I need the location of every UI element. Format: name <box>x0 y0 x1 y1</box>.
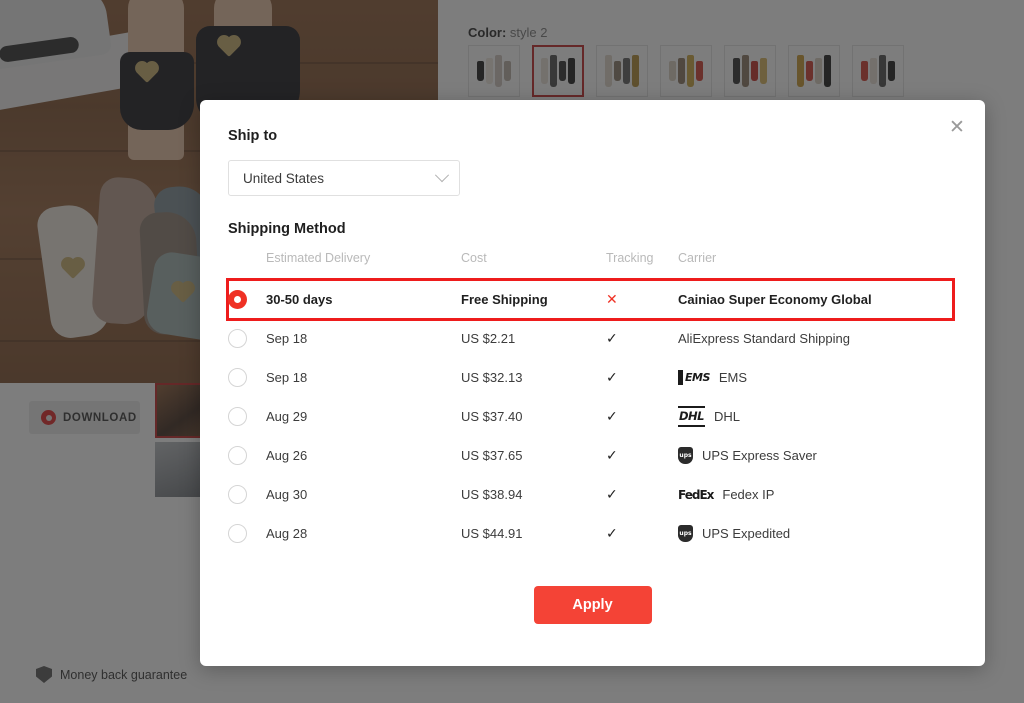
table-header-row: Estimated Delivery Cost Tracking Carrier <box>228 251 953 280</box>
carrier-content: DHL DHL <box>678 406 953 427</box>
shipping-table-header: Estimated Delivery Cost Tracking Carrier <box>228 251 953 280</box>
shipping-option-radio-cell[interactable] <box>228 319 266 358</box>
check-icon: ✓ <box>606 330 618 347</box>
table-row[interactable]: Aug 26 US $37.65 ✓ ups UPS Express Saver <box>228 436 953 475</box>
cell-tracking: ✓ <box>606 475 678 514</box>
cell-estimated-delivery: Aug 26 <box>266 448 308 463</box>
table-row[interactable]: Aug 29 US $37.40 ✓ DHL DHL <box>228 397 953 436</box>
cell-cost: US $37.65 <box>461 448 523 463</box>
cell-cost: Free Shipping <box>461 292 548 307</box>
cell-cost: US $44.91 <box>461 526 523 541</box>
apply-button[interactable]: Apply <box>533 586 652 624</box>
table-row[interactable]: Sep 18 US $32.13 ✓ EMS EMS <box>228 358 953 397</box>
shipping-table-body: 30-50 days Free Shipping ✕ Cainiao Super Ec… <box>226 277 955 554</box>
carrier-name: DHL <box>714 409 741 424</box>
cell-carrier: ups UPS Expedited <box>678 514 953 553</box>
chevron-down-icon <box>434 168 450 183</box>
carrier-content: FedEx Fedex IP <box>678 487 953 502</box>
column-header-carrier: Carrier <box>678 251 717 265</box>
cell-estimated-delivery: 30-50 days <box>266 292 333 307</box>
radio-button[interactable] <box>228 290 247 309</box>
radio-button[interactable] <box>228 446 247 465</box>
radio-button[interactable] <box>228 329 247 348</box>
shipping-dialog-body: Ship to United States Shipping Method Es… <box>200 100 985 553</box>
table-row[interactable]: 30-50 days Free Shipping ✕ Cainiao Super Ec… <box>226 277 955 321</box>
cell-cost: US $2.21 <box>461 331 516 346</box>
ship-to-title: Ship to <box>228 128 278 144</box>
cell-tracking: ✓ <box>606 397 678 436</box>
column-header-tracking: Tracking <box>606 251 654 265</box>
carrier-content: EMS EMS <box>678 370 953 385</box>
shipping-option-radio-cell[interactable] <box>228 397 266 436</box>
column-header-select <box>228 251 266 280</box>
close-icon[interactable]: ✕ <box>945 115 969 139</box>
shipping-option-radio-cell[interactable] <box>228 280 266 320</box>
radio-button[interactable] <box>228 407 247 426</box>
cell-tracking: ✓ <box>606 319 678 358</box>
cross-icon: ✕ <box>606 291 618 308</box>
cell-cost: US $38.94 <box>461 487 523 502</box>
cell-carrier: DHL DHL <box>678 397 953 436</box>
shipping-option-radio-cell[interactable] <box>228 475 266 514</box>
cell-carrier: EMS EMS <box>678 358 953 397</box>
shipping-option-radio-cell[interactable] <box>228 514 266 553</box>
radio-button[interactable] <box>228 485 247 504</box>
cell-tracking: ✓ <box>606 514 678 553</box>
country-select[interactable]: United States <box>228 160 460 196</box>
apply-button-container: Apply <box>200 586 985 624</box>
shipping-method-title: Shipping Method <box>228 221 346 237</box>
check-icon: ✓ <box>606 408 618 425</box>
cell-tracking: ✕ <box>606 280 678 320</box>
check-icon: ✓ <box>606 486 618 503</box>
table-row[interactable]: Aug 30 US $38.94 ✓ FedEx Fedex IP <box>228 475 953 514</box>
cell-tracking: ✓ <box>606 436 678 475</box>
check-icon: ✓ <box>606 369 618 386</box>
radio-button[interactable] <box>228 368 247 387</box>
table-row[interactable]: Sep 18 US $2.21 ✓ AliExpress Standard Shipp… <box>228 319 953 358</box>
cell-carrier: FedEx Fedex IP <box>678 475 953 514</box>
carrier-name: Cainiao Super Economy Global <box>678 292 872 307</box>
check-icon: ✓ <box>606 447 618 464</box>
country-select-value: United States <box>243 170 325 186</box>
carrier-content: ups UPS Expedited <box>678 525 953 542</box>
cell-carrier: ups UPS Express Saver <box>678 436 953 475</box>
shipping-methods-table: Estimated Delivery Cost Tracking Carrier… <box>226 251 955 554</box>
shipping-option-radio-cell[interactable] <box>228 436 266 475</box>
cell-cost: US $37.40 <box>461 409 523 424</box>
fedex-logo-icon: FedEx <box>678 487 714 502</box>
carrier-name: UPS Expedited <box>702 526 791 541</box>
cell-estimated-delivery: Aug 28 <box>266 526 308 541</box>
ems-logo-icon: EMS <box>678 370 710 385</box>
carrier-name: Fedex IP <box>722 487 775 502</box>
carrier-name: AliExpress Standard Shipping <box>678 331 850 346</box>
cell-estimated-delivery: Sep 18 <box>266 331 308 346</box>
cell-cost: US $32.13 <box>461 370 523 385</box>
column-header-cost: Cost <box>461 251 487 265</box>
cell-estimated-delivery: Aug 29 <box>266 409 308 424</box>
cell-estimated-delivery: Sep 18 <box>266 370 308 385</box>
cell-carrier: AliExpress Standard Shipping <box>678 319 953 358</box>
carrier-name: EMS <box>718 370 748 385</box>
cell-carrier: Cainiao Super Economy Global <box>678 280 953 320</box>
carrier-name: UPS Express Saver <box>702 448 817 463</box>
column-header-eta: Estimated Delivery <box>266 251 371 265</box>
ups-logo-icon: ups <box>678 525 693 542</box>
dhl-logo-icon: DHL <box>678 406 705 427</box>
cell-estimated-delivery: Aug 30 <box>266 487 308 502</box>
table-row[interactable]: Aug 28 US $44.91 ✓ ups UPS Expedited <box>228 514 953 553</box>
check-icon: ✓ <box>606 525 618 542</box>
carrier-content: Cainiao Super Economy Global <box>678 292 953 307</box>
shipping-dialog: ✕ Ship to United States Shipping Method … <box>200 100 985 666</box>
carrier-content: ups UPS Express Saver <box>678 447 953 464</box>
shipping-option-radio-cell[interactable] <box>228 358 266 397</box>
carrier-content: AliExpress Standard Shipping <box>678 331 953 346</box>
cell-tracking: ✓ <box>606 358 678 397</box>
radio-button[interactable] <box>228 524 247 543</box>
ups-logo-icon: ups <box>678 447 693 464</box>
